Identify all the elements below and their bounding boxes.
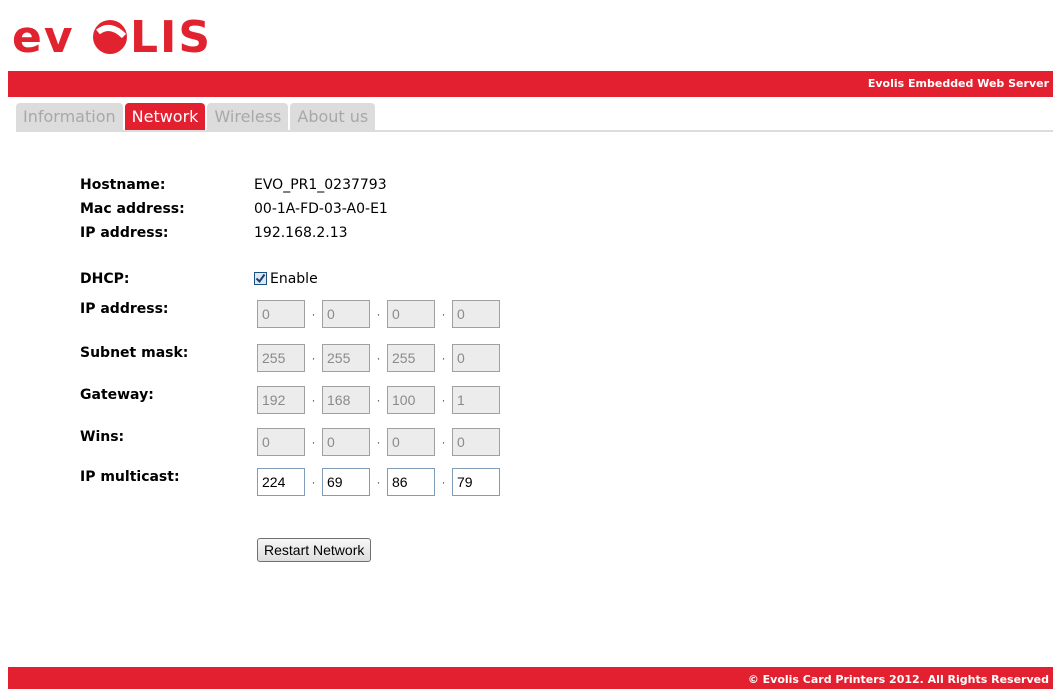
subnet-separator: ·: [311, 351, 316, 365]
multicast-separator: ·: [441, 475, 446, 489]
wins-row: Wins: 0 · 0 · 0 · 0: [80, 428, 500, 456]
ip-separator: ·: [311, 307, 316, 321]
footer-bar: © Evolis Card Printers 2012. All Rights …: [8, 667, 1053, 689]
dhcp-enable[interactable]: Enable: [254, 270, 318, 287]
wins-octet-2: 0: [322, 428, 370, 456]
hostname-value: EVO_PR1_0237793: [254, 177, 387, 193]
subnet-field: 255 · 255 · 255 · 0: [257, 344, 500, 372]
wins-octet-4: 0: [452, 428, 500, 456]
tab-bar: Information Network Wireless About us: [16, 103, 377, 131]
gateway-separator: ·: [311, 393, 316, 407]
wins-separator: ·: [311, 435, 316, 449]
gateway-row: Gateway: 192 · 168 · 100 · 1: [80, 386, 500, 414]
gateway-octet-3: 100: [387, 386, 435, 414]
mac-label: Mac address:: [80, 201, 185, 217]
gateway-octet-1: 192: [257, 386, 305, 414]
multicast-octet-2[interactable]: 69: [322, 468, 370, 496]
tab-information[interactable]: Information: [16, 103, 123, 131]
svg-text:LIS: LIS: [130, 12, 212, 60]
subnet-separator: ·: [441, 351, 446, 365]
gateway-separator: ·: [441, 393, 446, 407]
gateway-octet-2: 168: [322, 386, 370, 414]
gateway-separator: ·: [376, 393, 381, 407]
header-bar: Evolis Embedded Web Server: [8, 71, 1053, 97]
ip-address-label: IP address:: [80, 301, 169, 317]
device-info: Hostname: EVO_PR1_0237793 Mac address: 0…: [80, 173, 388, 245]
wins-octet-3: 0: [387, 428, 435, 456]
tab-wireless[interactable]: Wireless: [207, 103, 289, 131]
gateway-field: 192 · 168 · 100 · 1: [257, 386, 500, 414]
tab-about-us[interactable]: About us: [290, 103, 376, 131]
subnet-octet-1: 255: [257, 344, 305, 372]
server-name: Evolis Embedded Web Server: [867, 77, 1049, 90]
evolis-logo: ev LIS: [12, 10, 282, 60]
ip-octet-1: 0: [257, 300, 305, 328]
wins-octet-1: 0: [257, 428, 305, 456]
hostname-row: Hostname: EVO_PR1_0237793: [80, 173, 388, 197]
wins-separator: ·: [376, 435, 381, 449]
ip-octet-2: 0: [322, 300, 370, 328]
wins-separator: ·: [441, 435, 446, 449]
ip-separator: ·: [441, 307, 446, 321]
copyright-text: © Evolis Card Printers 2012. All Rights …: [747, 673, 1049, 686]
multicast-octet-3[interactable]: 86: [387, 468, 435, 496]
wins-label: Wins:: [80, 429, 125, 445]
dhcp-checkbox[interactable]: [254, 272, 267, 285]
tab-divider: [16, 130, 1053, 132]
multicast-octet-1[interactable]: 224: [257, 468, 305, 496]
ip-separator: ·: [376, 307, 381, 321]
evolis-logo-mark: ev LIS: [12, 12, 212, 60]
subnet-label: Subnet mask:: [80, 345, 189, 361]
multicast-row: IP multicast: 224 · 69 · 86 · 79: [80, 468, 500, 496]
subnet-row: Subnet mask: 255 · 255 · 255 · 0: [80, 344, 500, 372]
subnet-separator: ·: [376, 351, 381, 365]
mac-value: 00-1A-FD-03-A0-E1: [254, 201, 388, 217]
multicast-separator: ·: [376, 475, 381, 489]
gateway-label: Gateway:: [80, 387, 154, 403]
multicast-field: 224 · 69 · 86 · 79: [257, 468, 500, 496]
checkmark-icon: [255, 273, 266, 284]
mac-row: Mac address: 00-1A-FD-03-A0-E1: [80, 197, 388, 221]
gateway-octet-4: 1: [452, 386, 500, 414]
subnet-octet-4: 0: [452, 344, 500, 372]
ip-row: IP address: 192.168.2.13: [80, 221, 388, 245]
ip-octet-4: 0: [452, 300, 500, 328]
multicast-label: IP multicast:: [80, 469, 180, 485]
multicast-octet-4[interactable]: 79: [452, 468, 500, 496]
dhcp-label: DHCP:: [80, 271, 130, 287]
subnet-octet-2: 255: [322, 344, 370, 372]
dhcp-row: DHCP: Enable: [80, 270, 318, 288]
dhcp-enable-label: Enable: [270, 270, 318, 287]
ip-address-field: 0 · 0 · 0 · 0: [257, 300, 500, 328]
tab-network[interactable]: Network: [124, 103, 206, 131]
current-ip-label: IP address:: [80, 225, 169, 241]
hostname-label: Hostname:: [80, 177, 166, 193]
wins-field: 0 · 0 · 0 · 0: [257, 428, 500, 456]
restart-network-button[interactable]: Restart Network: [257, 538, 372, 562]
multicast-separator: ·: [311, 475, 316, 489]
current-ip-value: 192.168.2.13: [254, 225, 348, 241]
ip-address-row: IP address: 0 · 0 · 0 · 0: [80, 300, 500, 328]
svg-text:ev: ev: [12, 12, 75, 60]
subnet-octet-3: 255: [387, 344, 435, 372]
ip-octet-3: 0: [387, 300, 435, 328]
